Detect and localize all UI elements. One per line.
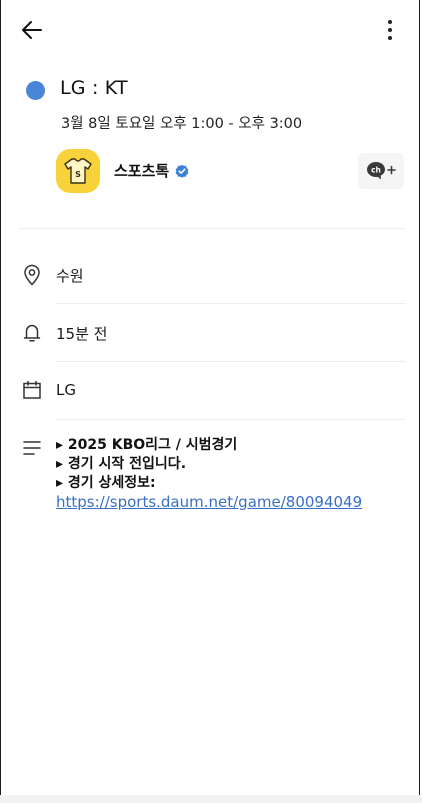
calendar-row[interactable]: LG <box>0 363 422 419</box>
divider <box>56 303 406 304</box>
svg-text:ch: ch <box>371 166 381 175</box>
back-button[interactable] <box>16 14 48 46</box>
channel-chat-add-icon: ch <box>367 162 396 180</box>
jersey-icon: S <box>64 158 92 184</box>
channel-name-row[interactable]: 스포츠톡 <box>114 160 189 181</box>
memo-line: ▸ 2025 KBO리그 / 시범경기 <box>56 437 238 453</box>
divider <box>56 361 406 362</box>
reminder-text: 15분 전 <box>56 325 108 343</box>
bottom-bar <box>0 795 422 803</box>
more-options-button[interactable] <box>376 14 404 46</box>
divider <box>18 228 406 229</box>
svg-text:S: S <box>75 170 81 179</box>
location-text: 수원 <box>56 267 84 285</box>
add-channel-chat-button[interactable]: ch <box>358 153 404 189</box>
game-detail-link[interactable]: https://sports.daum.net/game/80094049 <box>56 493 362 511</box>
bell-icon <box>20 321 44 345</box>
more-vertical-icon <box>388 20 392 40</box>
memo-line: ▸ 경기 시작 전입니다. <box>56 456 187 472</box>
verified-badge-icon <box>175 164 189 178</box>
event-memo: ▸ 2025 KBO리그 / 시범경기 ▸ 경기 시작 전입니다. ▸ 경기 상… <box>56 436 362 513</box>
event-color-dot <box>26 81 45 100</box>
divider <box>56 419 406 420</box>
memo-line: ▸ 경기 상세정보: <box>56 475 156 491</box>
calendar-icon <box>20 378 44 402</box>
arrow-left-icon <box>22 21 42 39</box>
channel-name: 스포츠톡 <box>114 162 170 180</box>
calendar-name: LG <box>56 381 76 399</box>
event-datetime: 3월 8일 토요일 오후 1:00 - 오후 3:00 <box>61 116 303 132</box>
location-pin-icon <box>20 263 44 287</box>
location-row[interactable]: 수원 <box>0 247 422 303</box>
reminder-row[interactable]: 15분 전 <box>0 305 422 361</box>
channel-logo[interactable]: S <box>56 149 100 193</box>
event-title: LG : KT <box>60 77 128 99</box>
top-bar <box>0 0 422 58</box>
memo-lines-icon <box>20 436 44 460</box>
